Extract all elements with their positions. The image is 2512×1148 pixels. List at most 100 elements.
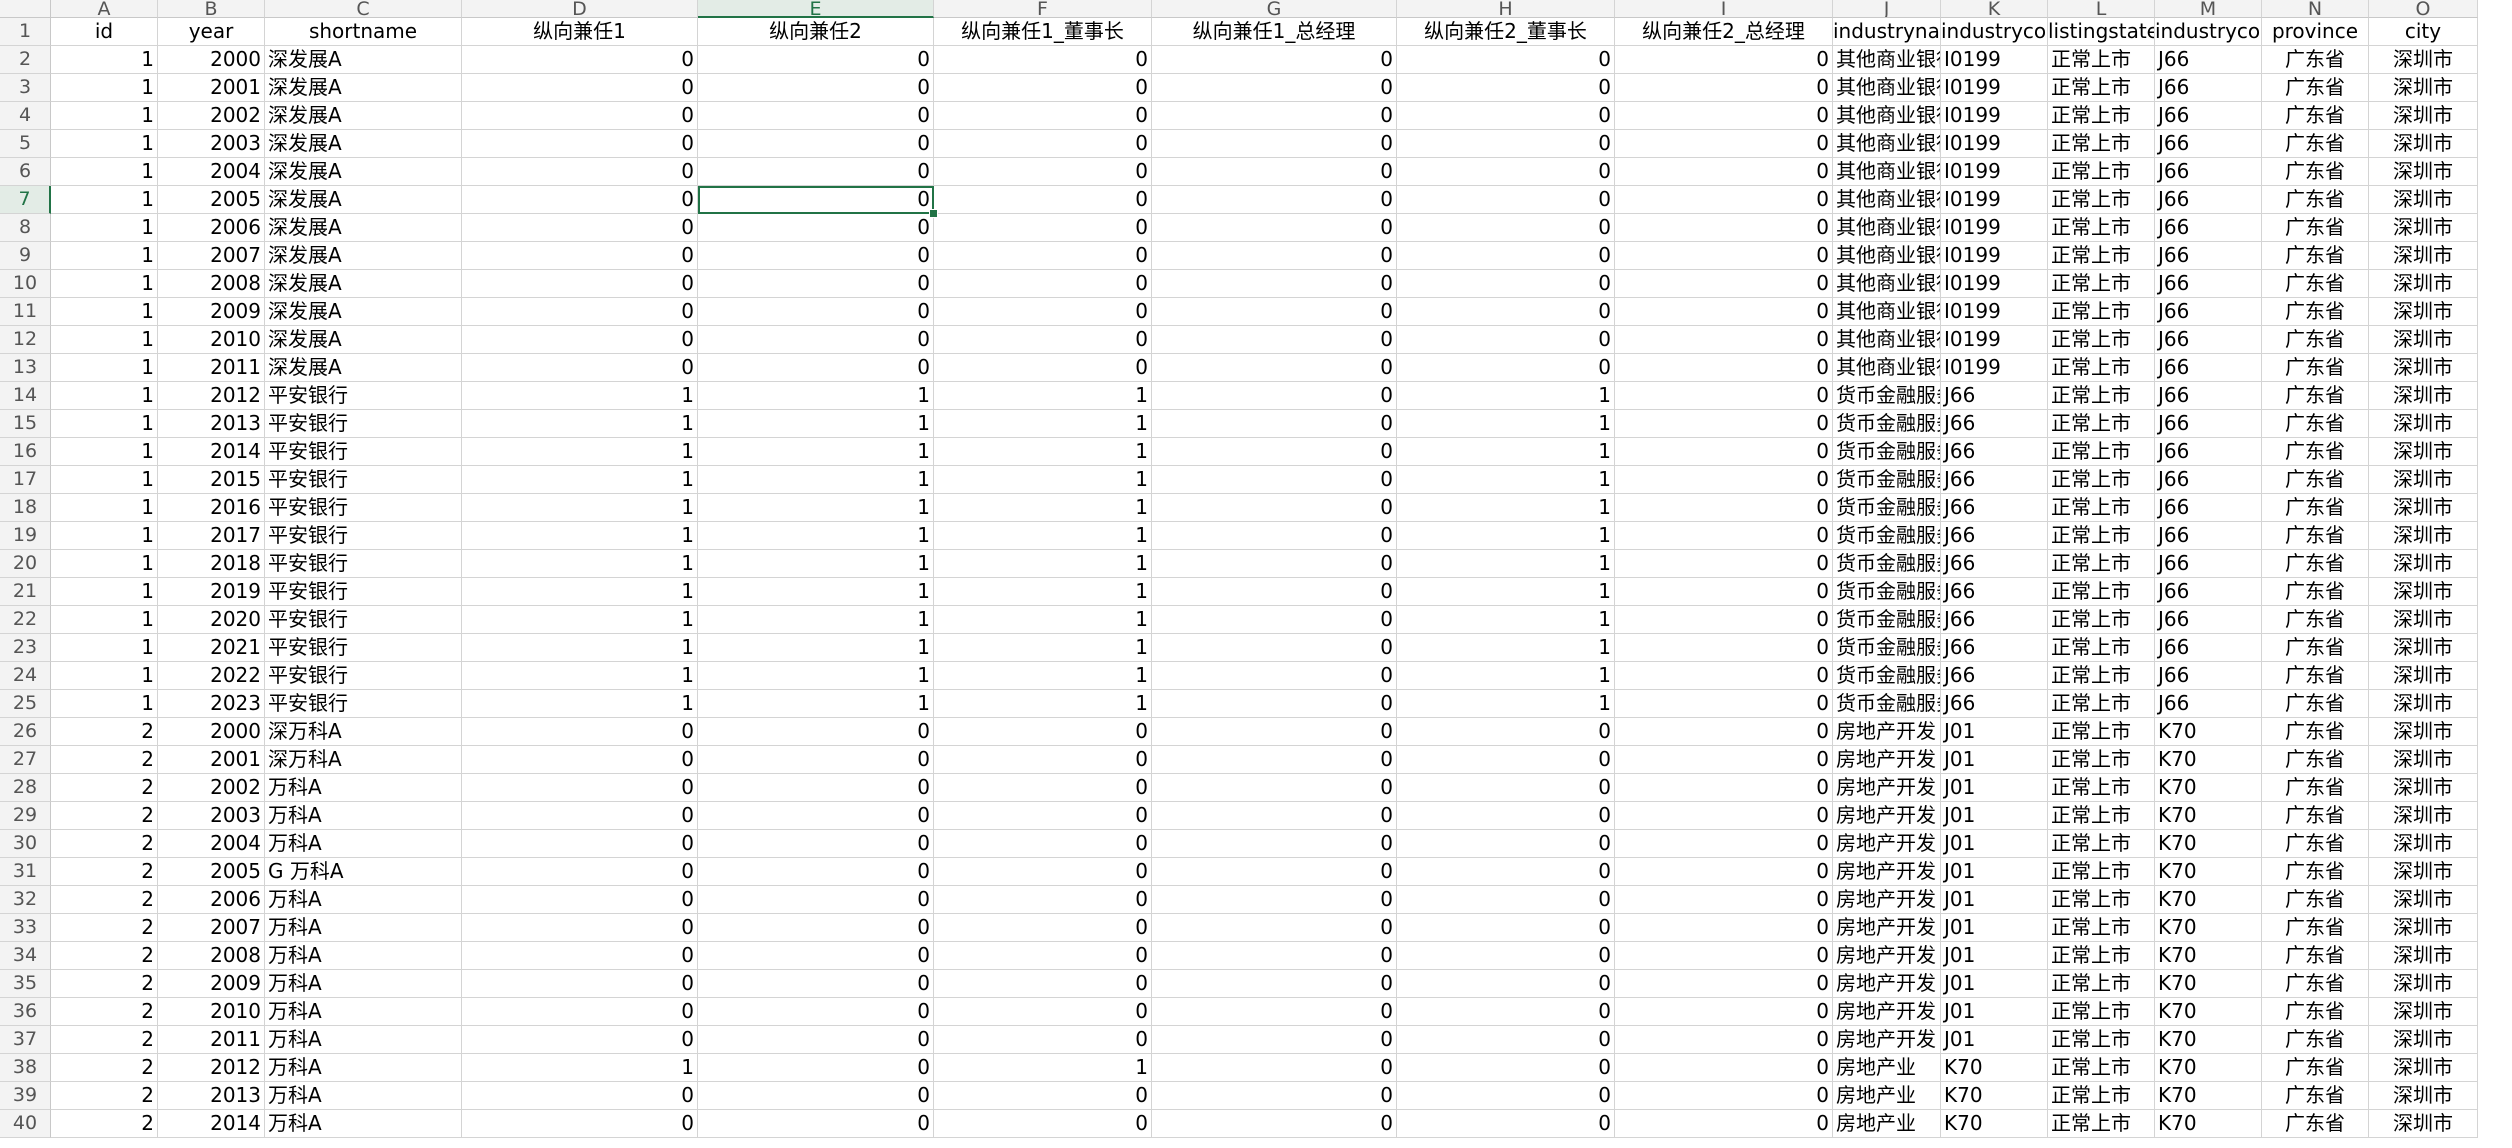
data-cell[interactable]: 深圳市 [2369, 354, 2478, 382]
data-cell[interactable]: 0 [462, 914, 698, 942]
data-cell[interactable]: K70 [2155, 886, 2262, 914]
data-cell[interactable]: G 万科A [265, 858, 462, 886]
data-cell[interactable]: 万科A [265, 1054, 462, 1082]
data-cell[interactable]: 深圳市 [2369, 326, 2478, 354]
data-cell[interactable]: 房地产业 [1833, 1082, 1941, 1110]
data-cell[interactable]: 0 [1152, 970, 1397, 998]
data-cell[interactable]: 正常上市 [2048, 158, 2155, 186]
data-cell[interactable]: 货币金融服务 [1833, 662, 1941, 690]
data-cell[interactable]: 1 [51, 130, 158, 158]
data-cell[interactable]: 万科A [265, 774, 462, 802]
data-cell[interactable]: 2001 [158, 74, 265, 102]
data-cell[interactable]: 0 [1152, 998, 1397, 1026]
data-cell[interactable]: 2014 [158, 438, 265, 466]
data-cell[interactable]: 深圳市 [2369, 158, 2478, 186]
data-cell[interactable]: 0 [1397, 1082, 1615, 1110]
data-cell[interactable]: 正常上市 [2048, 858, 2155, 886]
data-cell[interactable]: 0 [698, 214, 934, 242]
data-cell[interactable]: 2016 [158, 494, 265, 522]
column-header-d[interactable]: D [462, 0, 698, 18]
data-cell[interactable]: 0 [1397, 942, 1615, 970]
data-cell[interactable]: 广东省 [2262, 326, 2369, 354]
data-cell[interactable]: 货币金融服务 [1833, 466, 1941, 494]
data-cell[interactable]: 0 [698, 1054, 934, 1082]
data-cell[interactable]: 正常上市 [2048, 270, 2155, 298]
header-cell[interactable]: industryname [1833, 18, 1941, 46]
data-cell[interactable]: 0 [1152, 1026, 1397, 1054]
row-header-25[interactable]: 25 [0, 690, 51, 718]
data-cell[interactable]: 货币金融服务 [1833, 690, 1941, 718]
row-header-3[interactable]: 3 [0, 74, 51, 102]
data-cell[interactable]: 深圳市 [2369, 606, 2478, 634]
data-cell[interactable]: 0 [698, 326, 934, 354]
data-cell[interactable]: 2 [51, 914, 158, 942]
data-cell[interactable]: 2014 [158, 1110, 265, 1138]
data-cell[interactable]: 0 [934, 354, 1152, 382]
data-cell[interactable]: 广东省 [2262, 214, 2369, 242]
data-cell[interactable]: 1 [51, 522, 158, 550]
data-cell[interactable]: K70 [2155, 914, 2262, 942]
column-header-j[interactable]: J [1833, 0, 1941, 18]
data-cell[interactable]: 0 [1152, 606, 1397, 634]
data-cell[interactable]: 货币金融服务 [1833, 550, 1941, 578]
data-cell[interactable]: 0 [1615, 634, 1833, 662]
row-header-16[interactable]: 16 [0, 438, 51, 466]
row-header-11[interactable]: 11 [0, 298, 51, 326]
data-cell[interactable]: 0 [462, 242, 698, 270]
data-cell[interactable]: 0 [1615, 578, 1833, 606]
data-cell[interactable]: 广东省 [2262, 438, 2369, 466]
data-cell[interactable]: J01 [1941, 746, 2048, 774]
data-cell[interactable]: 0 [462, 1110, 698, 1138]
data-cell[interactable]: 2 [51, 858, 158, 886]
data-cell[interactable]: 平安银行 [265, 522, 462, 550]
data-cell[interactable]: J66 [2155, 102, 2262, 130]
data-cell[interactable]: 正常上市 [2048, 606, 2155, 634]
data-cell[interactable]: 0 [934, 718, 1152, 746]
data-cell[interactable]: 2 [51, 802, 158, 830]
data-cell[interactable]: 广东省 [2262, 74, 2369, 102]
data-cell[interactable]: 0 [1397, 102, 1615, 130]
data-cell[interactable]: 正常上市 [2048, 746, 2155, 774]
data-cell[interactable]: J66 [2155, 214, 2262, 242]
data-cell[interactable]: 平安银行 [265, 634, 462, 662]
data-cell[interactable]: 0 [1152, 634, 1397, 662]
data-cell[interactable]: 2003 [158, 130, 265, 158]
data-cell[interactable]: 1 [1397, 438, 1615, 466]
data-cell[interactable]: 1 [462, 382, 698, 410]
data-cell[interactable]: 广东省 [2262, 578, 2369, 606]
data-cell[interactable]: 0 [1152, 550, 1397, 578]
data-cell[interactable]: 正常上市 [2048, 1054, 2155, 1082]
data-cell[interactable]: 1 [934, 410, 1152, 438]
data-cell[interactable]: 0 [1152, 774, 1397, 802]
data-cell[interactable]: 1 [698, 438, 934, 466]
data-cell[interactable]: 2002 [158, 102, 265, 130]
data-cell[interactable]: 0 [1397, 186, 1615, 214]
data-cell[interactable]: 1 [51, 634, 158, 662]
data-cell[interactable]: 广东省 [2262, 1026, 2369, 1054]
data-cell[interactable]: 0 [462, 746, 698, 774]
data-cell[interactable]: J66 [2155, 466, 2262, 494]
data-cell[interactable]: 正常上市 [2048, 522, 2155, 550]
data-cell[interactable]: 货币金融服务 [1833, 382, 1941, 410]
data-cell[interactable]: 广东省 [2262, 382, 2369, 410]
data-cell[interactable]: 0 [462, 270, 698, 298]
data-cell[interactable]: 0 [1152, 578, 1397, 606]
data-cell[interactable]: 1 [1397, 662, 1615, 690]
data-cell[interactable]: 深圳市 [2369, 102, 2478, 130]
data-cell[interactable]: 0 [462, 1082, 698, 1110]
data-cell[interactable]: 其他商业银行 [1833, 354, 1941, 382]
data-cell[interactable]: 1 [51, 102, 158, 130]
data-cell[interactable]: 2 [51, 774, 158, 802]
data-cell[interactable]: 深圳市 [2369, 914, 2478, 942]
data-cell[interactable]: 2013 [158, 410, 265, 438]
data-cell[interactable]: 0 [934, 130, 1152, 158]
data-cell[interactable]: I0199 [1941, 326, 2048, 354]
data-cell[interactable]: J66 [2155, 606, 2262, 634]
data-cell[interactable]: 深圳市 [2369, 802, 2478, 830]
data-cell[interactable]: 1 [462, 494, 698, 522]
data-cell[interactable]: 2002 [158, 774, 265, 802]
data-cell[interactable]: 0 [1615, 998, 1833, 1026]
data-cell[interactable]: 2 [51, 942, 158, 970]
data-cell[interactable]: 0 [462, 774, 698, 802]
data-cell[interactable]: 0 [1615, 774, 1833, 802]
